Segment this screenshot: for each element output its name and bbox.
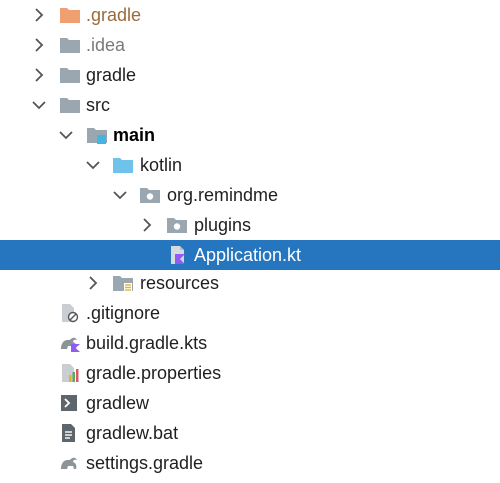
tree-item-label: org.remindme [167, 185, 279, 205]
resources-folder-icon [112, 273, 134, 293]
tree-item-label: .gradle [86, 5, 142, 25]
tree-item-gitignore[interactable]: .gitignore [0, 298, 500, 328]
chevron-right-icon[interactable] [138, 216, 156, 234]
tree-item-label: settings.gradle [86, 453, 204, 473]
tree-item-kotlin[interactable]: kotlin [0, 150, 500, 180]
tree-item-label: .gitignore [86, 303, 161, 323]
tree-item-label: gradlew [86, 393, 150, 413]
batch-file-icon [59, 423, 81, 443]
tree-item-gradle-cache[interactable]: .gradle [0, 0, 500, 30]
tree-item-settings-gradle[interactable]: settings.gradle [0, 448, 500, 478]
folder-icon [59, 65, 81, 85]
chevron-down-icon[interactable] [57, 126, 75, 144]
tree-item-label: build.gradle.kts [86, 333, 208, 353]
package-icon [139, 185, 161, 205]
tree-item-label: src [86, 95, 110, 115]
tree-item-label: main [113, 125, 156, 145]
tree-item-src[interactable]: src [0, 90, 500, 120]
package-icon [166, 215, 188, 235]
tree-item-gradle-properties[interactable]: gradle.properties [0, 358, 500, 388]
chevron-down-icon[interactable] [84, 156, 102, 174]
tree-item-main[interactable]: main [0, 120, 500, 150]
tree-item-gradlew-bat[interactable]: gradlew.bat [0, 418, 500, 448]
gradle-kotlin-file-icon [59, 333, 81, 353]
module-folder-icon [86, 125, 108, 145]
tree-item-build-gradle-kts[interactable]: build.gradle.kts [0, 328, 500, 358]
source-root-folder-icon [112, 155, 134, 175]
tree-item-application-kt[interactable]: Application.kt [0, 240, 500, 270]
tree-item-label: .idea [86, 35, 126, 55]
folder-icon [59, 35, 81, 55]
tree-item-label: gradlew.bat [86, 423, 179, 443]
gradle-file-icon [59, 453, 81, 473]
shell-script-icon [59, 393, 81, 413]
tree-item-label: gradle.properties [86, 363, 222, 383]
ignore-file-icon [59, 303, 81, 323]
chevron-right-icon[interactable] [30, 36, 48, 54]
chevron-down-icon[interactable] [111, 186, 129, 204]
tree-item-plugins[interactable]: plugins [0, 210, 500, 240]
tree-item-resources[interactable]: resources [0, 268, 500, 298]
tree-item-label: resources [140, 273, 220, 293]
tree-item-gradlew[interactable]: gradlew [0, 388, 500, 418]
tree-item-label: plugins [194, 215, 252, 235]
tree-item-gradle[interactable]: gradle [0, 60, 500, 90]
project-tree: .gradle .idea gradle src main kotlin org… [0, 0, 500, 483]
folder-icon [59, 95, 81, 115]
tree-item-org-remindme[interactable]: org.remindme [0, 180, 500, 210]
folder-excluded-icon [59, 5, 81, 25]
tree-item-label: Application.kt [194, 245, 302, 265]
kotlin-file-icon [167, 245, 189, 265]
chevron-right-icon[interactable] [84, 274, 102, 292]
tree-item-label: kotlin [140, 155, 183, 175]
chevron-down-icon[interactable] [30, 96, 48, 114]
chevron-right-icon[interactable] [30, 66, 48, 84]
properties-file-icon [59, 363, 81, 383]
tree-item-idea[interactable]: .idea [0, 30, 500, 60]
chevron-right-icon[interactable] [30, 6, 48, 24]
tree-item-label: gradle [86, 65, 137, 85]
